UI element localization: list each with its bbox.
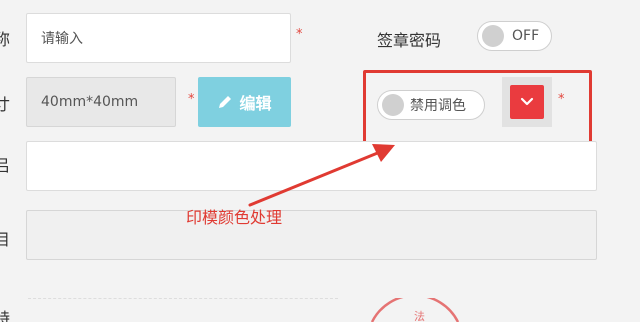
annotation-arrow xyxy=(248,144,395,207)
stamp-glyph: 法 xyxy=(414,310,425,322)
annotation-text: 印模颜色处理 xyxy=(186,208,283,227)
dashed-divider xyxy=(28,298,338,299)
